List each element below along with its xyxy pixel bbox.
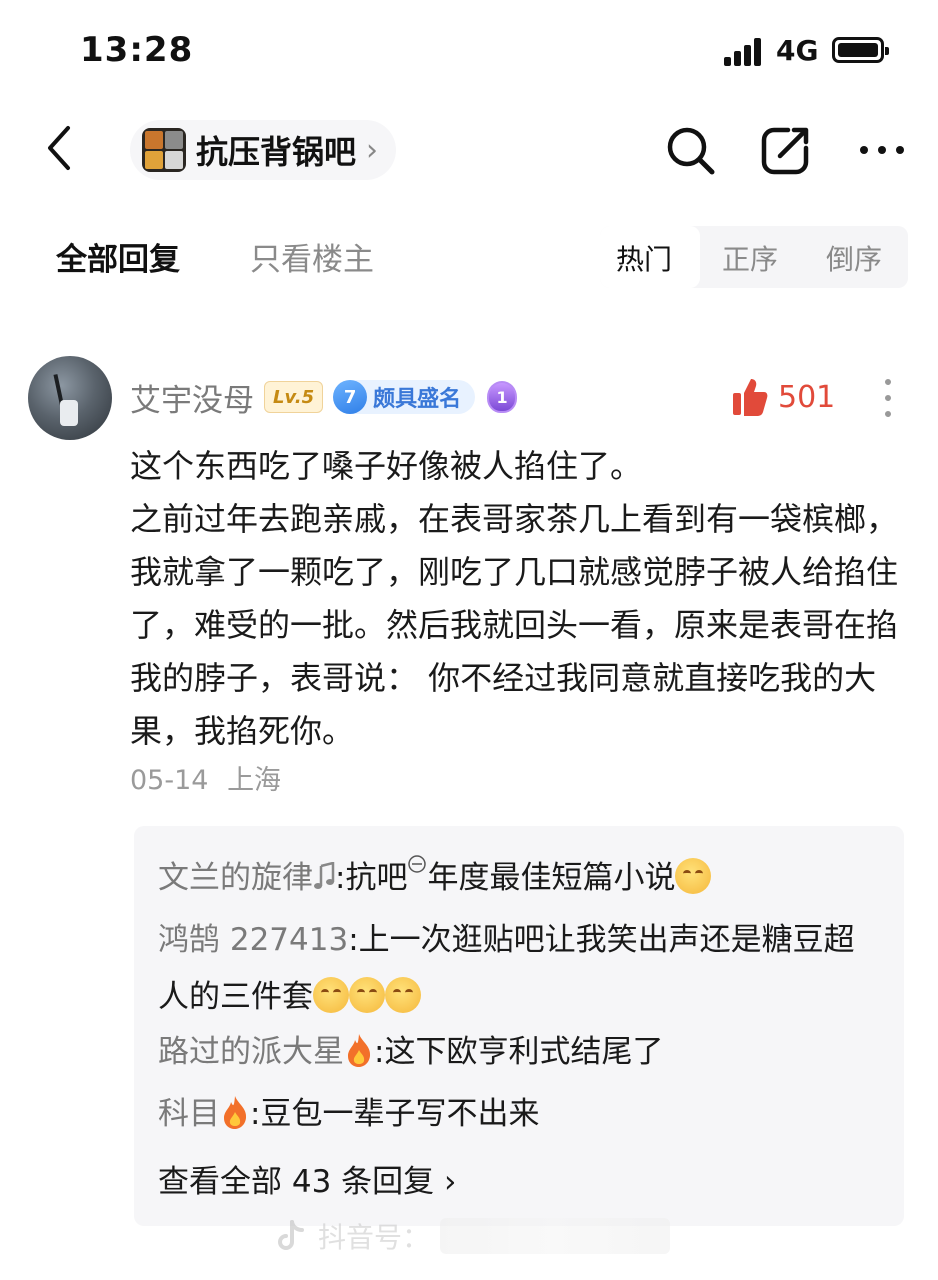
level-badge: Lv.5 xyxy=(264,381,324,413)
reply-text: 年度最佳短篇小说 xyxy=(427,860,676,896)
nav-bar: 抗压背锅吧 › xyxy=(0,110,938,190)
signal-icon xyxy=(724,38,764,66)
laugh-emoji-icon xyxy=(349,977,385,1013)
comment-meta: 05-14 上海 xyxy=(130,758,281,797)
chevron-right-icon: › xyxy=(366,132,379,168)
reply-author[interactable]: 科目 xyxy=(158,1096,220,1132)
watermark: 抖音号： xyxy=(270,1208,700,1264)
tab-all-replies[interactable]: 全部回复 xyxy=(56,234,180,279)
sort-descending[interactable]: 倒序 xyxy=(826,238,882,278)
replies-box[interactable]: 文兰的旋律:抗吧 年度最佳短篇小说 鸿鹄 227413:上一次逛贴吧让我笑出声还是… xyxy=(134,826,904,1226)
reply-author[interactable]: 路过的派大星 xyxy=(158,1034,344,1070)
comment-location: 上海 xyxy=(227,765,282,796)
network-type: 4G xyxy=(776,34,819,67)
more-icon[interactable] xyxy=(854,122,910,178)
status-bar: 13:28 4G xyxy=(0,0,938,100)
laugh-emoji-icon xyxy=(675,858,712,894)
sort-ascending[interactable]: 正序 xyxy=(722,238,778,278)
battery-icon xyxy=(832,37,889,63)
status-time: 13:28 xyxy=(80,30,194,70)
forum-chip[interactable]: 抗压背锅吧 › xyxy=(130,120,397,180)
watermark-text: 抖音号： xyxy=(318,1221,431,1254)
reply-text: 豆包一辈子写不出来 xyxy=(260,1096,540,1132)
username[interactable]: 艾宇没母 xyxy=(130,375,254,420)
laugh-emoji-icon xyxy=(313,977,349,1013)
reply-item[interactable]: 鸿鹄 227413:上一次逛贴吧让我笑出声还是糖豆超人的三件套 xyxy=(158,912,878,1026)
back-arrow-icon[interactable] xyxy=(40,122,80,174)
reply-item[interactable]: 科目:豆包一辈子写不出来 xyxy=(158,1086,878,1143)
flame-icon xyxy=(348,1034,371,1067)
tab-op-only[interactable]: 只看楼主 xyxy=(250,234,374,279)
comment-body: 这个东西吃了嗓子好像被人掐住了。 之前过年去跑亲戚，在表哥家茶几上看到有一袋槟榔… xyxy=(130,440,900,758)
comment-paragraph: 这个东西吃了嗓子好像被人掐住了。 xyxy=(130,447,643,485)
sticker-icon xyxy=(408,855,427,873)
reply-item[interactable]: 路过的派大星:这下欧亨利式结尾了 xyxy=(158,1024,878,1081)
thumbs-up-icon xyxy=(733,379,768,416)
rank-badge: 7 颇具盛名 xyxy=(333,380,476,414)
reply-text: 这下欧亨利式结尾了 xyxy=(384,1034,664,1070)
share-edit-icon[interactable] xyxy=(758,122,814,178)
rank-gem-icon: 7 xyxy=(333,380,368,414)
sort-group: 热门 正序 倒序 xyxy=(600,226,908,288)
medal-badge: 1 xyxy=(487,381,518,413)
rank-title: 颇具盛名 xyxy=(373,387,462,412)
forum-name: 抗压背锅吧 xyxy=(196,133,357,171)
flame-icon xyxy=(224,1096,247,1129)
like-button[interactable]: 501 xyxy=(732,374,835,420)
reply-text: 抗吧 xyxy=(345,860,408,896)
comment-paragraph: 之前过年去跑亲戚，在表哥家茶几上看到有一袋槟榔，我就拿了一颗吃了，刚吃了几口就感… xyxy=(130,500,899,750)
forum-logo xyxy=(142,128,186,172)
music-note-icon xyxy=(314,862,335,889)
comment-date: 05-14 xyxy=(130,765,209,796)
reply-tabs: 全部回复 只看楼主 热门 正序 倒序 xyxy=(0,222,938,292)
comment-more-icon[interactable] xyxy=(878,376,898,420)
tiktok-logo-icon xyxy=(278,1220,304,1250)
reply-item[interactable]: 文兰的旋律:抗吧 年度最佳短篇小说 xyxy=(158,850,878,907)
reply-author[interactable]: 鸿鹄 227413 xyxy=(158,922,348,958)
search-icon[interactable] xyxy=(662,122,718,178)
view-all-replies-link[interactable]: 查看全部 43 条回复 › xyxy=(158,1156,456,1201)
reply-author[interactable]: 文兰的旋律 xyxy=(158,860,313,896)
avatar[interactable] xyxy=(28,356,112,440)
comment-header: 艾宇没母 Lv.5 7 颇具盛名 1 xyxy=(130,372,518,422)
watermark-blur xyxy=(440,1218,671,1254)
sort-hot[interactable]: 热门 xyxy=(616,238,672,278)
like-count: 501 xyxy=(778,379,836,415)
laugh-emoji-icon xyxy=(385,977,421,1013)
